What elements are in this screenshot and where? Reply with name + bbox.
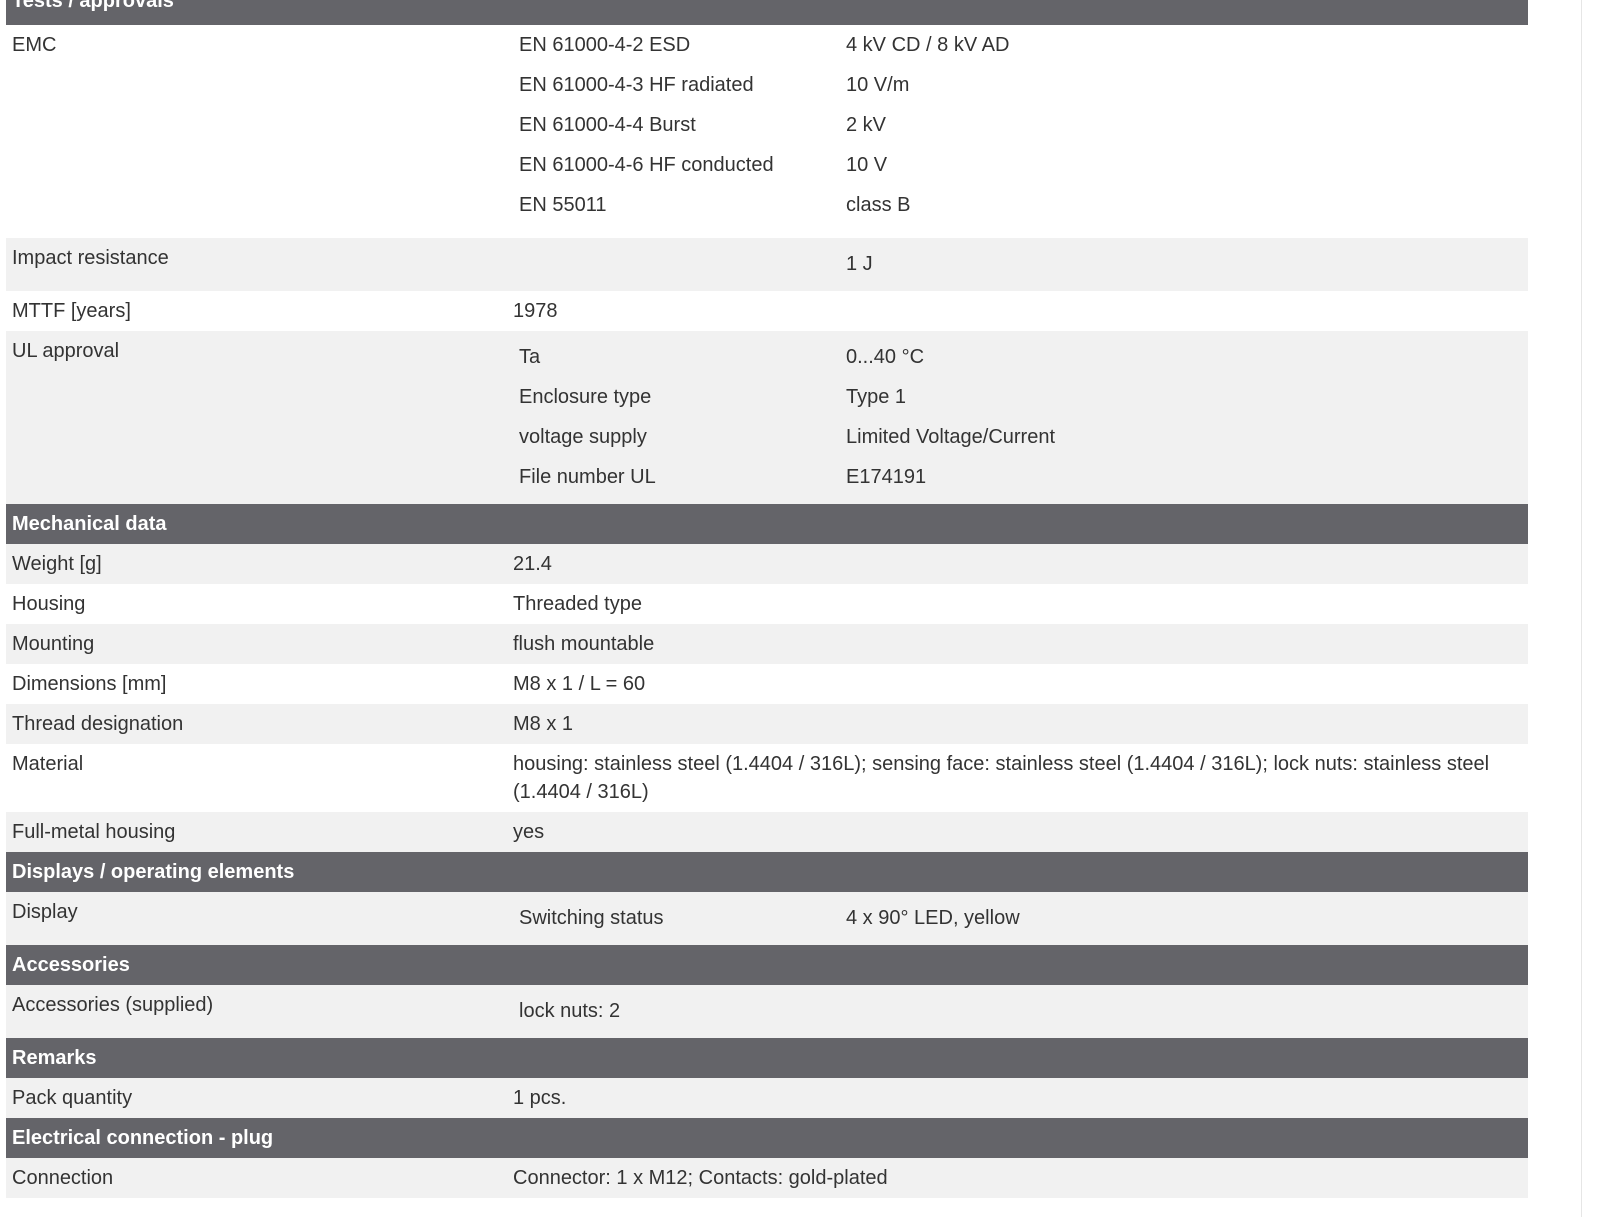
sub-key: EN 55011	[519, 194, 607, 216]
sub-value: class B	[846, 194, 911, 216]
spec-label: Accessories (supplied)	[12, 994, 214, 1016]
spec-label: Connection	[12, 1167, 114, 1189]
sub-key	[513, 250, 846, 290]
spec-label: Material	[12, 753, 84, 775]
sub-row: EN 55011 class B	[513, 191, 1528, 231]
spec-row-mttf: MTTF [years] 1978	[6, 291, 1528, 331]
spec-row-impact: Impact resistance 1 J	[6, 238, 1528, 291]
sub-row: lock nuts: 2	[513, 997, 1528, 1037]
sub-table-emc: EN 61000-4-2 ESD 4 kV CD / 8 kV AD EN 61…	[513, 25, 1528, 231]
spec-label: Dimensions [mm]	[12, 673, 167, 695]
sub-row: EN 61000-4-3 HF radiated 10 V/m	[513, 71, 1528, 111]
spec-value: 1 pcs.	[513, 1087, 567, 1109]
sub-table-impact: 1 J	[513, 244, 1528, 290]
spec-value: 21.4	[513, 553, 552, 575]
sub-row: 1 J	[513, 250, 1528, 290]
spec-row-accessories-supplied: Accessories (supplied) lock nuts: 2	[6, 985, 1528, 1038]
vertical-scrollbar[interactable]	[1581, 0, 1600, 1217]
sub-value: 10 V/m	[846, 74, 910, 96]
spec-label: Impact resistance	[12, 247, 169, 269]
spec-row-weight: Weight [g] 21.4	[6, 544, 1528, 584]
spec-row-connection: Connection Connector: 1 x M12; Contacts:…	[6, 1158, 1528, 1198]
spec-label: Housing	[12, 593, 86, 615]
section-header-remarks: Remarks	[6, 1038, 1528, 1078]
section-title: Remarks	[12, 1047, 97, 1069]
spec-label: Thread designation	[12, 713, 184, 735]
sub-row: Enclosure type Type 1	[513, 383, 1528, 423]
sub-value: Limited Voltage/Current	[846, 426, 1056, 448]
section-header-mechanical: Mechanical data	[6, 504, 1528, 544]
section-title: Accessories	[12, 954, 130, 976]
sub-key: EN 61000-4-3 HF radiated	[519, 74, 754, 96]
spec-row-thread: Thread designation M8 x 1	[6, 704, 1528, 744]
sub-row: EN 61000-4-6 HF conducted 10 V	[513, 151, 1528, 191]
sub-key: Ta	[519, 346, 541, 368]
spec-value: flush mountable	[513, 633, 655, 655]
sub-key: File number UL	[519, 466, 656, 488]
spec-row-pack-quantity: Pack quantity 1 pcs.	[6, 1078, 1528, 1118]
sub-value: 10 V	[846, 154, 888, 176]
section-title: Displays / operating elements	[12, 861, 295, 883]
spec-row-material: Material housing: stainless steel (1.440…	[6, 744, 1528, 812]
spec-label: Mounting	[12, 633, 95, 655]
spec-label: Pack quantity	[12, 1087, 133, 1109]
spec-label: Weight [g]	[12, 553, 102, 575]
sub-value: Type 1	[846, 386, 907, 408]
section-header-tests: Tests / approvals	[6, 0, 1528, 25]
sub-value: 2 kV	[846, 114, 887, 136]
sub-value: E174191	[846, 466, 927, 488]
section-header-accessories: Accessories	[6, 945, 1528, 985]
sub-row: EN 61000-4-2 ESD 4 kV CD / 8 kV AD	[513, 31, 1528, 71]
section-header-displays: Displays / operating elements	[6, 852, 1528, 892]
sub-table-accessories: lock nuts: 2	[513, 991, 1528, 1037]
sub-key: EN 61000-4-2 ESD	[519, 34, 691, 56]
spec-row-emc: EMC EN 61000-4-2 ESD 4 kV CD / 8 kV AD E…	[6, 25, 1528, 238]
sub-value: 4 kV CD / 8 kV AD	[846, 34, 1010, 56]
section-title: Tests / approvals	[12, 0, 174, 12]
sub-table-display: Switching status 4 x 90° LED, yellow	[513, 898, 1528, 944]
section-title: Electrical connection - plug	[12, 1127, 274, 1149]
spec-row-display: Display Switching status 4 x 90° LED, ye…	[6, 892, 1528, 945]
sub-key: lock nuts: 2	[519, 1000, 621, 1022]
spec-value: Threaded type	[513, 593, 642, 615]
spec-row-ul: UL approval Ta 0...40 °C Enclosure type …	[6, 331, 1528, 504]
section-header-electrical: Electrical connection - plug	[6, 1118, 1528, 1158]
spec-row-dimensions: Dimensions [mm] M8 x 1 / L = 60	[6, 664, 1528, 704]
sub-value: 4 x 90° LED, yellow	[846, 907, 1020, 929]
sub-row: Switching status 4 x 90° LED, yellow	[513, 904, 1528, 944]
sub-value	[846, 997, 1528, 1037]
spec-value: Connector: 1 x M12; Contacts: gold-plate…	[513, 1167, 888, 1189]
spec-value: M8 x 1	[513, 713, 574, 735]
spec-row-mounting: Mounting flush mountable	[6, 624, 1528, 664]
spec-row-housing: Housing Threaded type	[6, 584, 1528, 624]
spec-table: Tests / approvals EMC EN 61000-4-2 ESD 4…	[6, 0, 1528, 1198]
sub-key: voltage supply	[519, 426, 647, 448]
section-title: Mechanical data	[12, 513, 167, 535]
sub-table-ul: Ta 0...40 °C Enclosure type Type 1 volta…	[513, 337, 1528, 503]
spec-label: UL approval	[12, 340, 120, 362]
sub-key: EN 61000-4-6 HF conducted	[519, 154, 774, 176]
sub-row: EN 61000-4-4 Burst 2 kV	[513, 111, 1528, 151]
sub-row: File number UL E174191	[513, 463, 1528, 503]
spec-value: housing: stainless steel (1.4404 / 316L)…	[513, 753, 1490, 803]
spec-value: M8 x 1 / L = 60	[513, 673, 646, 695]
sub-value: 1 J	[846, 253, 873, 275]
spec-label: MTTF [years]	[12, 300, 131, 322]
spec-label: Full-metal housing	[12, 821, 176, 843]
sub-key: Enclosure type	[519, 386, 652, 408]
spec-value: yes	[513, 821, 545, 843]
sub-row: voltage supply Limited Voltage/Current	[513, 423, 1528, 463]
sub-value: 0...40 °C	[846, 346, 925, 368]
spec-label: Display	[12, 901, 78, 923]
sub-key: Switching status	[519, 907, 664, 929]
sub-key: EN 61000-4-4 Burst	[519, 114, 696, 136]
spec-row-full-metal: Full-metal housing yes	[6, 812, 1528, 852]
spec-label: EMC	[12, 34, 57, 56]
spec-value: 1978	[513, 300, 558, 322]
sub-row: Ta 0...40 °C	[513, 343, 1528, 383]
